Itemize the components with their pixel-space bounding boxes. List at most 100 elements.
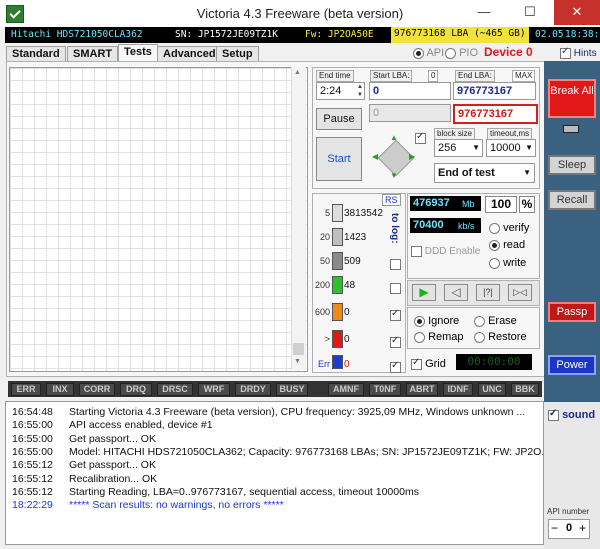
flag-bbk: BBK bbox=[511, 383, 539, 396]
start-lba-field[interactable]: 0 bbox=[369, 82, 451, 100]
flag-corr: CORR bbox=[79, 383, 115, 396]
block-size-select[interactable]: 256 ▼ bbox=[434, 139, 483, 157]
counter-log-checkbox[interactable] bbox=[390, 307, 401, 325]
verify-radio-icon bbox=[489, 222, 500, 234]
api-number-spinner[interactable]: − 0 + bbox=[548, 519, 590, 539]
ignore-radio[interactable]: Ignore bbox=[414, 315, 459, 327]
drive-firmware: Fw: JP2OA50E bbox=[305, 29, 374, 40]
log-message: Starting Victoria 4.3 Freeware (beta ver… bbox=[69, 406, 526, 418]
restore-radio[interactable]: Restore bbox=[474, 331, 527, 343]
timeout-select[interactable]: 10000 ▼ bbox=[486, 139, 536, 157]
write-radio[interactable]: write bbox=[489, 257, 526, 269]
flag-wrf: WRF bbox=[198, 383, 230, 396]
arrow-right-icon[interactable]: ▶ bbox=[409, 152, 415, 161]
minus-icon[interactable]: − bbox=[551, 521, 558, 535]
grid-scrollbar[interactable]: ▲ ▼ bbox=[291, 67, 306, 370]
read-label: read bbox=[503, 239, 526, 251]
counter-log-checkbox[interactable] bbox=[390, 334, 401, 352]
counter-log-checkbox[interactable] bbox=[390, 280, 401, 298]
sound-check-icon bbox=[548, 408, 559, 421]
back-icon[interactable]: ◁ bbox=[444, 284, 468, 301]
maximize-button[interactable]: ☐ bbox=[508, 0, 552, 25]
write-radio-icon bbox=[489, 257, 500, 269]
arrow-up-icon[interactable]: ▲ bbox=[390, 133, 398, 142]
recall-button[interactable]: Recall bbox=[548, 190, 596, 210]
api-number-label: API number bbox=[547, 507, 590, 516]
counter-color-bar bbox=[332, 252, 343, 270]
dropdown-icon: ▼ bbox=[525, 143, 533, 152]
log-time: 16:55:12 bbox=[12, 472, 53, 485]
counter-color-bar bbox=[332, 276, 343, 294]
read-radio[interactable]: read bbox=[489, 239, 525, 251]
counter-row: Err 0 bbox=[315, 355, 405, 375]
date-display: 02.05 bbox=[535, 29, 564, 40]
counter-log-checkbox[interactable] bbox=[390, 359, 401, 377]
sleep-button[interactable]: Sleep bbox=[548, 155, 596, 175]
start-lba-label: Start LBA: bbox=[370, 70, 413, 82]
grid-label: Grid bbox=[425, 358, 446, 370]
scroll-thumb[interactable] bbox=[293, 343, 304, 355]
log-message: Starting Reading, LBA=0..976773167, sequ… bbox=[69, 485, 419, 498]
counter-color-bar bbox=[332, 330, 343, 348]
start-button[interactable]: Start bbox=[316, 137, 362, 181]
plus-icon[interactable]: + bbox=[579, 521, 586, 535]
flag-drdy: DRDY bbox=[235, 383, 271, 396]
scroll-down-icon[interactable]: ▼ bbox=[294, 358, 301, 365]
log-time: 16:55:00 bbox=[12, 445, 53, 458]
end-time-label: End time bbox=[316, 70, 354, 82]
log-time: 16:55:12 bbox=[12, 485, 53, 498]
title-bar: Victoria 4.3 Freeware (beta version) — ☐… bbox=[0, 0, 600, 27]
break-all-button[interactable]: Break All bbox=[548, 79, 596, 118]
sound-checkbox[interactable]: sound bbox=[548, 408, 596, 421]
counter-value: 3813542 bbox=[344, 208, 383, 219]
mb-unit: Mb bbox=[462, 199, 475, 209]
api-label: API bbox=[426, 47, 445, 59]
spinner-icon[interactable]: ▲ ▼ bbox=[357, 83, 363, 99]
counter-color-bar bbox=[332, 303, 343, 321]
pio-label: PIO bbox=[459, 47, 479, 59]
grid-check-icon bbox=[411, 357, 422, 370]
pio-mode-radio[interactable]: PIO bbox=[445, 47, 478, 59]
end-lba-max-button[interactable]: MAX bbox=[512, 70, 536, 82]
close-button[interactable]: ✕ bbox=[554, 0, 600, 25]
passp-button[interactable]: Passp bbox=[548, 302, 596, 322]
power-button[interactable]: Power bbox=[548, 355, 596, 375]
sound-label: sound bbox=[562, 409, 596, 421]
log-check-icon bbox=[390, 335, 401, 349]
scroll-up-icon[interactable]: ▲ bbox=[294, 69, 301, 76]
arrow-down-icon[interactable]: ▼ bbox=[390, 171, 398, 180]
counter-log-checkbox[interactable] bbox=[390, 256, 401, 274]
log-message: ***** Scan results: no warnings, no erro… bbox=[69, 499, 284, 512]
end-lba-field[interactable]: 976773167 bbox=[453, 82, 536, 100]
erase-radio[interactable]: Erase bbox=[474, 315, 517, 327]
counter-color-bar bbox=[332, 204, 343, 222]
read-radio-icon bbox=[489, 239, 500, 251]
pause-button[interactable]: Pause bbox=[316, 108, 362, 130]
end-of-test-select[interactable]: End of test ▼ bbox=[434, 163, 535, 183]
remap-radio[interactable]: Remap bbox=[414, 331, 464, 343]
counter-value: 0 bbox=[344, 359, 350, 370]
play-icon[interactable]: ▶ bbox=[412, 284, 436, 301]
counter-threshold: Err bbox=[318, 359, 330, 369]
drive-info-bar: Hitachi HDS721050CLA362 SN: JP1572JE09TZ… bbox=[5, 27, 600, 43]
verify-radio[interactable]: verify bbox=[489, 222, 529, 234]
grid-checkbox[interactable]: Grid bbox=[411, 357, 446, 370]
end-of-test-value: End of test bbox=[438, 167, 495, 179]
ddd-enable-checkbox[interactable]: DDD Enable bbox=[411, 246, 480, 257]
scan-grid bbox=[9, 67, 308, 372]
hints-checkbox[interactable]: Hints bbox=[560, 46, 597, 59]
api-mode-radio[interactable]: API bbox=[413, 47, 444, 59]
end-icon[interactable]: ▷◁ bbox=[508, 284, 532, 301]
start-lba-small: 0 bbox=[428, 70, 439, 82]
device-label: Device 0 bbox=[484, 45, 533, 59]
arrow-left-icon[interactable]: ◀ bbox=[372, 152, 378, 161]
verify-label: verify bbox=[503, 222, 530, 234]
log-message: API access enabled, device #1 bbox=[69, 419, 213, 432]
pad-checkbox[interactable] bbox=[415, 130, 426, 148]
drive-serial: SN: JP1572JE09TZ1K bbox=[175, 29, 278, 40]
counter-threshold: 5 bbox=[324, 208, 330, 218]
skip-help-icon[interactable]: |?| bbox=[476, 284, 500, 301]
minimize-button[interactable]: — bbox=[462, 0, 506, 25]
pad-check-icon bbox=[415, 131, 426, 145]
end-time-field[interactable]: 2:24 ▲ ▼ bbox=[316, 82, 365, 100]
